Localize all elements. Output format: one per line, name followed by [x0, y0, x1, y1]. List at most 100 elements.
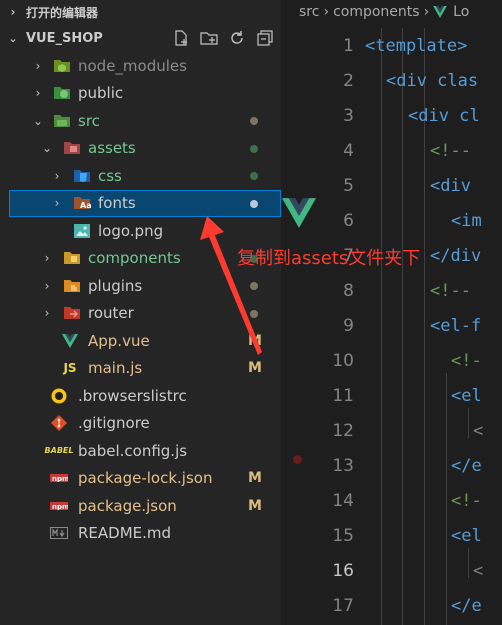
tree-item-package-json[interactable]: npm package.json M [0, 492, 281, 520]
svg-text:npm: npm [52, 475, 68, 482]
code-text: <template> [365, 35, 468, 56]
code-text: <el-f [430, 315, 482, 336]
code-line: 10 <!- [281, 343, 502, 378]
tree-item-readme[interactable]: README.md [0, 520, 281, 548]
chevron-right-icon: › [44, 278, 50, 293]
tree-item-logo-png[interactable]: logo.png [0, 217, 281, 245]
breadcrumb-item[interactable]: components [333, 4, 420, 20]
babel-file-icon: BABEL [44, 446, 74, 456]
code-text: <!-- [430, 280, 471, 301]
breadcrumb-separator-icon: › [323, 4, 330, 20]
tree-item-app-vue[interactable]: App.vue M [0, 327, 281, 355]
tree-item-babel-config[interactable]: BABEL babel.config.js [0, 437, 281, 465]
code-line: 9 <el-f [281, 308, 502, 343]
breadcrumb: src › components › Lo [281, 0, 502, 24]
tree-item-node-modules[interactable]: › node_modules [0, 52, 281, 80]
chevron-right-icon: › [10, 5, 16, 19]
line-number: 2 [343, 70, 354, 91]
tree-item-package-lock-json[interactable]: npm package-lock.json M [0, 465, 281, 493]
tree-item-label: .browserslistrc [78, 386, 187, 405]
tree-item-browserslistrc[interactable]: .browserslistrc [0, 382, 281, 410]
tree-item-fonts[interactable]: › Aa fonts [9, 189, 281, 217]
image-file-icon [73, 222, 91, 240]
tree-item-label: plugins [88, 276, 143, 295]
explorer-sidebar: › 打开的编辑器 ⌄ VUE_SHOP › node_modules › pub… [0, 0, 281, 625]
line-number: 3 [343, 105, 354, 126]
chevron-right-icon: › [44, 306, 50, 321]
node-folder-icon [53, 57, 71, 75]
code-line: 1 <template> [281, 28, 502, 63]
status-dot-icon [250, 144, 258, 153]
code-text: <div [430, 175, 471, 196]
tree-item-label: public [78, 84, 124, 103]
svg-text:npm: npm [52, 503, 68, 510]
code-line: 15 <el [281, 518, 502, 553]
git-status-badge: M [248, 360, 262, 377]
line-number: 14 [332, 490, 354, 511]
line-number: 9 [343, 315, 354, 336]
new-file-icon[interactable] [171, 28, 191, 48]
open-editors-header[interactable]: › 打开的编辑器 [0, 0, 281, 24]
css-folder-icon [73, 167, 91, 185]
vue-file-icon [433, 6, 448, 18]
line-number: 10 [332, 350, 354, 371]
code-line: 14 <!- [281, 483, 502, 518]
tree-item-label: .gitignore [78, 414, 150, 433]
line-number: 8 [343, 280, 354, 301]
git-status-badge: M [248, 470, 262, 487]
workspace-header[interactable]: ⌄ VUE_SHOP [0, 26, 281, 50]
code-text: <!- [451, 350, 482, 371]
components-folder-icon [63, 249, 81, 267]
new-folder-icon[interactable] [199, 28, 219, 48]
breadcrumb-item[interactable]: Lo [453, 4, 469, 20]
code-text: </div [430, 245, 482, 266]
code-lines: 1 <template> 2 <div clas 3 <div cl 4 <!-- 5 <… [281, 28, 502, 623]
refresh-icon[interactable] [227, 28, 247, 48]
breadcrumb-item[interactable]: src [299, 4, 319, 20]
line-number: 13 [332, 455, 354, 476]
tree-item-gitignore[interactable]: .gitignore [0, 410, 281, 438]
code-text: < [473, 420, 484, 441]
tree-item-label: babel.config.js [78, 441, 188, 460]
src-folder-icon [53, 112, 71, 130]
vue-file-icon [61, 332, 79, 350]
tree-item-plugins[interactable]: › plugins [0, 272, 281, 300]
public-folder-icon [53, 84, 71, 102]
code-text: <im [451, 210, 482, 231]
tree-item-label: assets [88, 139, 136, 158]
markdown-file-icon [50, 524, 68, 542]
tree-item-assets[interactable]: ⌄ assets [0, 135, 281, 163]
code-line: 17 </e [281, 588, 502, 623]
line-number: 1 [343, 35, 354, 56]
code-text: < [473, 560, 484, 581]
workspace-label: VUE_SHOP [26, 30, 103, 46]
modified-dot-icon [250, 282, 258, 290]
line-number: 15 [332, 525, 354, 546]
tree-item-public[interactable]: › public [0, 80, 281, 108]
line-number: 17 [332, 595, 354, 616]
plugins-folder-icon [63, 277, 81, 295]
modified-dot-icon [250, 309, 258, 318]
code-editor[interactable]: src › components › Lo 1 <template> 2 <div … [281, 0, 502, 625]
npm-file-icon: npm [50, 497, 68, 515]
collapse-all-icon[interactable] [255, 28, 275, 48]
tree-item-src[interactable]: ⌄ src [0, 107, 281, 135]
code-text: <div clas [386, 70, 479, 91]
code-line: 12 < [281, 413, 502, 448]
vue-logo-icon [282, 198, 316, 228]
tree-item-main-js[interactable]: JS main.js M [0, 355, 281, 383]
vscode-window: › 打开的编辑器 ⌄ VUE_SHOP › node_modules › pub… [0, 0, 502, 625]
line-number: 4 [343, 140, 354, 161]
code-text: </e [451, 595, 482, 616]
code-text: <el [451, 525, 482, 546]
npm-file-icon: npm [50, 469, 68, 487]
tree-item-label: package-lock.json [78, 469, 213, 488]
tree-item-label: package.json [78, 496, 177, 515]
tree-item-css[interactable]: › css [0, 162, 281, 190]
code-line: 8 <!-- [281, 273, 502, 308]
status-dot-icon [250, 172, 258, 180]
tree-item-router[interactable]: › router [0, 300, 281, 328]
line-number: 11 [332, 385, 354, 406]
svg-text:Aa: Aa [80, 201, 91, 210]
chevron-right-icon: › [54, 168, 60, 183]
